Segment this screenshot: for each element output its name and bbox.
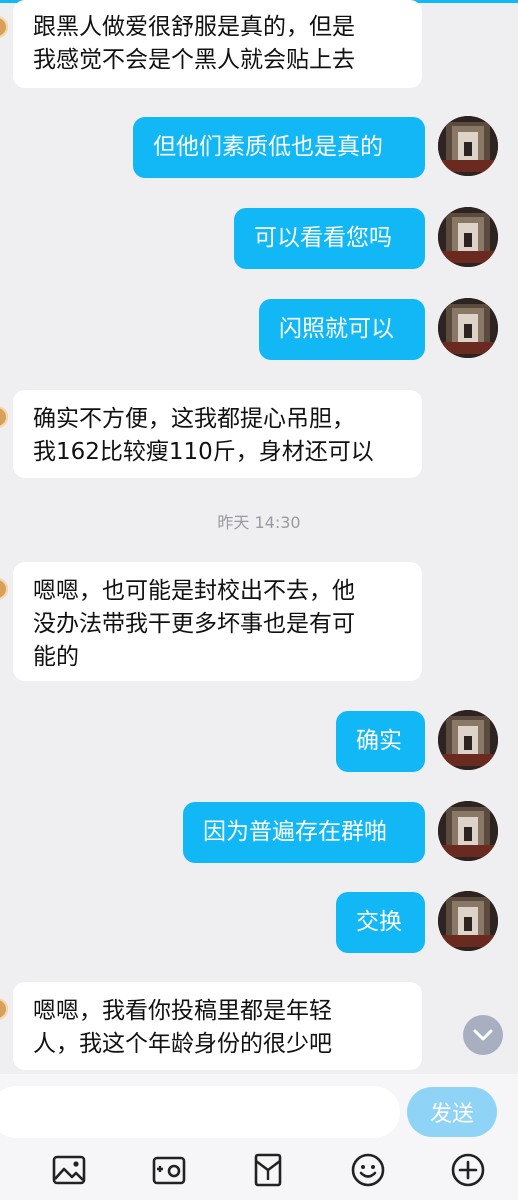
contact-avatar[interactable] xyxy=(0,998,8,1020)
message-bubble-incoming[interactable]: 跟黑人做爱很舒服是真的，但是 我感觉不会是个黑人就会贴上去 xyxy=(13,0,422,88)
my-avatar[interactable] xyxy=(438,891,498,951)
my-avatar[interactable] xyxy=(438,801,498,861)
message-bubble-outgoing[interactable]: 但他们素质低也是真的 xyxy=(133,117,425,178)
message-bubble-outgoing[interactable]: 确实 xyxy=(336,711,425,772)
message-bubble-incoming[interactable]: 嗯嗯，我看你投稿里都是年轻 人，我这个年龄身份的很少吧 xyxy=(13,982,422,1070)
scroll-to-bottom-button[interactable] xyxy=(463,1015,503,1055)
chevron-down-icon xyxy=(473,1029,493,1041)
message-bubble-outgoing[interactable]: 闪照就可以 xyxy=(259,299,425,360)
message-bubble-outgoing[interactable]: 交换 xyxy=(336,892,425,953)
emoji-icon xyxy=(351,1153,385,1187)
plus-icon xyxy=(451,1153,485,1187)
avatar-image-icon xyxy=(438,801,498,861)
message-bubble-outgoing[interactable]: 因为普遍存在群啪 xyxy=(183,802,425,863)
my-avatar[interactable] xyxy=(438,710,498,770)
emoji-button[interactable] xyxy=(348,1150,388,1190)
my-avatar[interactable] xyxy=(438,116,498,176)
plus-button[interactable] xyxy=(448,1150,488,1190)
send-button[interactable]: 发送 xyxy=(407,1087,497,1137)
image-icon xyxy=(52,1155,86,1185)
my-avatar[interactable] xyxy=(438,298,498,358)
contact-avatar[interactable] xyxy=(0,16,8,38)
image-button[interactable] xyxy=(49,1150,89,1190)
message-bubble-outgoing[interactable]: 可以看看您吗 xyxy=(234,208,425,269)
red-packet-icon xyxy=(254,1153,282,1187)
message-bubble-incoming[interactable]: 确实不方便，这我都提心吊胆， 我162比较瘦110斤，身材还可以 xyxy=(13,390,422,478)
camera-icon xyxy=(152,1156,186,1185)
my-avatar[interactable] xyxy=(438,207,498,267)
contact-avatar[interactable] xyxy=(0,578,8,600)
avatar-image-icon xyxy=(438,116,498,176)
avatar-image-icon xyxy=(438,298,498,358)
timestamp-divider: 昨天 14:30 xyxy=(217,513,301,532)
camera-button[interactable] xyxy=(149,1150,189,1190)
message-input[interactable] xyxy=(0,1086,400,1138)
avatar-image-icon xyxy=(438,710,498,770)
message-bubble-incoming[interactable]: 嗯嗯，也可能是封校出不去，他 没办法带我干更多坏事也是有可 能的 xyxy=(13,562,422,681)
red-packet-button[interactable] xyxy=(248,1150,288,1190)
avatar-image-icon xyxy=(438,891,498,951)
avatar-image-icon xyxy=(438,207,498,267)
input-bar: 发送 xyxy=(0,1074,518,1200)
contact-avatar[interactable] xyxy=(0,406,8,428)
